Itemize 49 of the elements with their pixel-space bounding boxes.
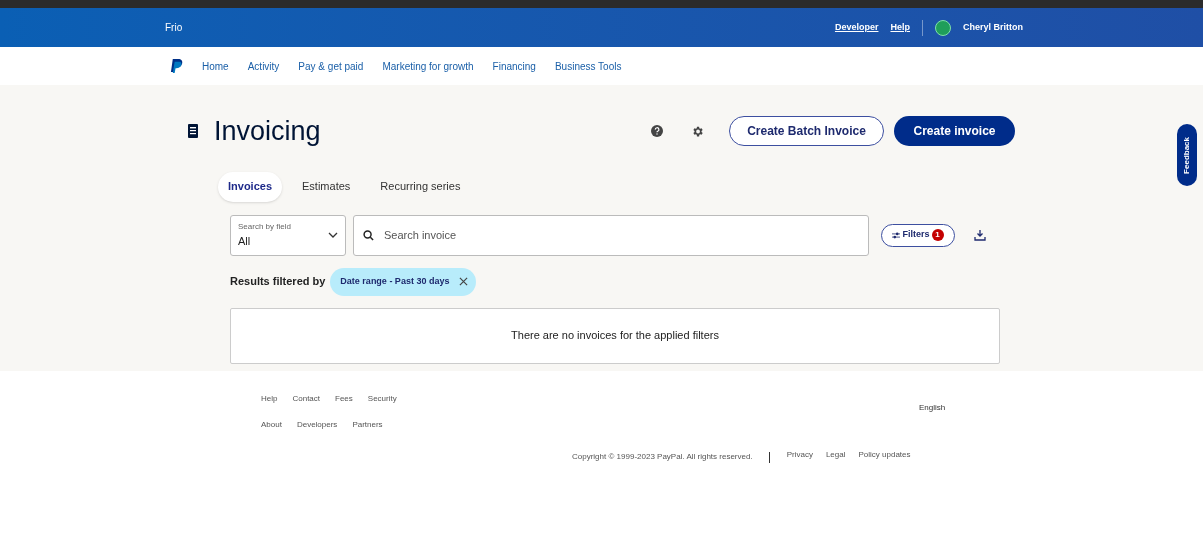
user-name[interactable]: Cheryl Britton xyxy=(963,20,1023,35)
filtered-by-label: Results filtered by xyxy=(230,274,326,290)
legal-link[interactable]: Policy updates xyxy=(858,449,911,461)
tab[interactable]: Recurring series xyxy=(370,171,471,202)
legal-link[interactable]: Privacy xyxy=(786,449,813,461)
feedback-tab[interactable]: Feedback xyxy=(1177,124,1197,186)
help-icon[interactable] xyxy=(651,125,663,138)
nav-link[interactable]: Pay & get paid xyxy=(298,58,364,74)
tab[interactable]: Estimates xyxy=(292,171,361,202)
avatar-icon[interactable] xyxy=(935,19,951,36)
footer-link[interactable]: Developers xyxy=(296,419,338,431)
search-icon xyxy=(363,229,374,241)
page-title: Invoicing xyxy=(214,115,321,148)
chevron-down-icon xyxy=(328,232,338,238)
nav-link[interactable]: Home xyxy=(202,58,229,74)
count-badge: 1 xyxy=(931,229,944,241)
copyright: Copyright © 1999-2023 PayPal. All rights reserved. xyxy=(572,451,753,463)
download-icon[interactable] xyxy=(974,229,986,241)
account-name: Frio xyxy=(165,21,183,35)
sliders-icon xyxy=(892,231,901,239)
logo-icon[interactable] xyxy=(170,58,183,74)
language-link[interactable]: English xyxy=(919,402,946,414)
footer-link[interactable]: Security xyxy=(367,393,397,405)
legal-link[interactable]: Legal xyxy=(825,449,846,461)
footer-link[interactable]: About xyxy=(261,419,282,431)
nav-link[interactable]: Financing xyxy=(492,58,536,74)
select-value: All xyxy=(238,233,252,249)
search-field[interactable]: Search invoice xyxy=(353,214,869,256)
create-batch-button[interactable]: Create Batch Invoice xyxy=(729,116,884,147)
settings-icon[interactable] xyxy=(691,124,704,138)
footer-link[interactable]: Partners xyxy=(352,419,383,431)
select-label: Search by field xyxy=(238,220,291,233)
document-icon xyxy=(188,124,198,139)
nav-link[interactable]: Business Tools xyxy=(554,58,622,74)
chip-label: Date range - Past 30 days xyxy=(340,274,450,288)
footer-link[interactable]: Fees xyxy=(335,393,353,405)
footer-link[interactable]: Help xyxy=(261,393,278,405)
footer-link[interactable]: Contact xyxy=(292,393,321,405)
tab[interactable]: Invoices xyxy=(218,171,283,202)
search-by-select[interactable]: Search by field All xyxy=(230,214,346,256)
header-link[interactable]: Developer xyxy=(834,20,879,35)
header-link[interactable]: Help xyxy=(890,20,910,35)
empty-message: There are no invoices for the applied filters xyxy=(511,328,719,344)
nav-link[interactable]: Activity xyxy=(247,58,280,74)
create-invoice-button[interactable]: Create invoice xyxy=(894,116,1015,147)
nav-link[interactable]: Marketing for growth xyxy=(382,58,474,74)
close-icon[interactable] xyxy=(459,277,469,286)
filters-button[interactable]: Filters 1 xyxy=(881,223,955,247)
filter-chip[interactable]: Date range - Past 30 days xyxy=(330,267,477,296)
